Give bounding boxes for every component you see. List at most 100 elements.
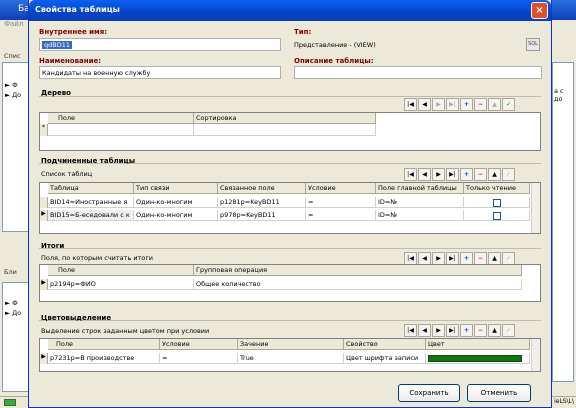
internal-name-field[interactable]: qdBD11 — [39, 38, 281, 51]
tree-cell[interactable] — [194, 124, 376, 136]
add-icon[interactable]: + — [460, 168, 473, 181]
table-cell[interactable]: ID=№ — [376, 210, 464, 221]
color-toolbar: |◀ ◀ ▶ ▶| + − ▲ ✓ — [404, 324, 515, 337]
table-cell[interactable]: BID15=Б-еседовали с к — [48, 210, 134, 221]
color-header: Зачение — [238, 339, 344, 350]
totals-grid: Поле Групповая операция ▶ p2194p=ФИО Общ… — [39, 264, 541, 302]
table-cell[interactable]: Один-ко-многим — [134, 210, 218, 221]
last-icon[interactable]: ▶| — [446, 324, 459, 337]
delete-icon[interactable]: − — [474, 324, 487, 337]
totals-divider — [39, 248, 541, 249]
prev-icon[interactable]: ◀ — [418, 168, 431, 181]
color-cell[interactable]: p7231p=В производстве — [48, 353, 160, 364]
color-header: Условие — [160, 339, 238, 350]
totals-field-cell[interactable]: p2194p=ФИО — [48, 279, 194, 290]
color-divider — [39, 320, 541, 321]
color-header: Цвет — [426, 339, 530, 350]
sql-icon[interactable]: SQL — [526, 38, 540, 51]
table-cell[interactable]: p1281p=KeyBD11 — [218, 197, 306, 208]
tree-divider — [39, 96, 541, 97]
close-button[interactable]: × — [531, 2, 548, 19]
delete-icon[interactable]: − — [474, 98, 487, 111]
totals-op-cell[interactable]: Общее количество — [194, 279, 522, 290]
last-icon[interactable]: ▶| — [446, 98, 459, 111]
sub-header: Условие — [306, 183, 376, 194]
save-button[interactable]: Сохранить — [398, 384, 460, 402]
apply-icon[interactable]: ✓ — [502, 324, 515, 337]
color-cell[interactable]: Цвет шрифта записи — [344, 353, 426, 364]
name-label: Наименование: — [39, 57, 102, 65]
status-path: ieLS\L\ — [554, 398, 574, 405]
bg-tab-near[interactable]: Бли — [4, 268, 17, 276]
color-scrollbar[interactable] — [531, 339, 540, 371]
next-icon[interactable]: ▶ — [432, 168, 445, 181]
type-value: Представление - (VIEW) — [294, 41, 376, 49]
row-indicator: ▶ — [40, 353, 48, 364]
description-field[interactable] — [294, 66, 542, 79]
dialog-title-bar: Свойства таблицы × — [29, 0, 551, 21]
readonly-checkbox[interactable] — [492, 199, 501, 207]
color-header: Свойство — [344, 339, 426, 350]
delete-icon[interactable]: − — [474, 168, 487, 181]
color-cell[interactable]: True — [238, 353, 344, 364]
sub-header: Только чтение — [464, 183, 530, 194]
dialog-title: Свойства таблицы — [35, 5, 120, 14]
totals-title: Итоги — [41, 242, 65, 250]
color-header: Поле — [48, 339, 160, 350]
up-icon[interactable]: ▲ — [488, 98, 501, 111]
color-subtitle: Выделение строк заданным цветом при усло… — [41, 327, 210, 335]
table-cell[interactable]: BID14=Иностранные я — [48, 197, 134, 208]
totals-header-field: Поле — [48, 265, 194, 276]
sub-header: Тип связи — [134, 183, 218, 194]
tree-grid: Поле Сортировка * — [39, 112, 541, 151]
sub-subtitle: Список таблиц — [41, 170, 93, 178]
sub-scrollbar[interactable] — [531, 183, 540, 233]
cancel-button[interactable]: Отменить — [467, 384, 531, 402]
bg-tab-list[interactable]: Спис — [4, 52, 21, 60]
apply-icon[interactable]: ✓ — [502, 168, 515, 181]
tree-header-field: Поле — [48, 113, 194, 124]
table-cell[interactable]: = — [306, 197, 376, 208]
bg-row: ► Ф — [5, 81, 18, 89]
bg-right-text: а с до — [554, 87, 564, 103]
add-icon[interactable]: + — [460, 324, 473, 337]
last-icon[interactable]: ▶| — [446, 168, 459, 181]
up-icon[interactable]: ▲ — [488, 168, 501, 181]
internal-name-label: Внутреннее имя: — [39, 28, 108, 36]
sub-title: Подчиненные таблицы — [41, 157, 136, 165]
first-icon[interactable]: |◀ — [404, 324, 417, 337]
readonly-checkbox[interactable] — [492, 212, 501, 220]
tree-header-sort: Сортировка — [194, 113, 376, 124]
next-icon[interactable]: ▶ — [432, 98, 445, 111]
tree-toolbar: |◀ ◀ ▶ ▶| + − ▲ ✓ — [404, 98, 515, 111]
prev-icon[interactable]: ◀ — [418, 98, 431, 111]
add-icon[interactable]: + — [460, 98, 473, 111]
first-icon[interactable]: |◀ — [404, 168, 417, 181]
bg-row: ► До — [5, 309, 22, 317]
sub-toolbar: |◀ ◀ ▶ ▶| + − ▲ ✓ — [404, 168, 515, 181]
internal-name-value: qdBD11 — [42, 41, 72, 49]
row-indicator — [40, 197, 48, 208]
table-cell[interactable]: p978p=KeyBD11 — [218, 210, 306, 221]
name-field[interactable]: Кандидаты на военную службу — [39, 66, 281, 79]
up-icon[interactable]: ▲ — [488, 324, 501, 337]
table-properties-dialog: Свойства таблицы × Внутреннее имя: qdBD1… — [28, 0, 552, 408]
first-icon[interactable]: |◀ — [404, 98, 417, 111]
prev-icon[interactable]: ◀ — [418, 324, 431, 337]
sub-header: Таблица — [48, 183, 134, 194]
tree-cell[interactable] — [48, 124, 194, 136]
color-swatch-cell[interactable] — [426, 353, 530, 364]
table-cell[interactable]: ID=№ — [376, 197, 464, 208]
color-grid: Поле Условие Зачение Свойство Цвет ▶ p72… — [39, 338, 541, 372]
table-cell[interactable]: Один-ко-многим — [134, 197, 218, 208]
sub-tables-grid: Таблица Тип связи Связанное поле Условие… — [39, 182, 541, 234]
sub-header: Поле главной таблицы — [376, 183, 464, 194]
color-title: Цветовыделение — [41, 314, 112, 322]
tree-title: Дерево — [41, 89, 71, 97]
row-indicator: ▶ — [40, 210, 48, 221]
apply-icon[interactable]: ✓ — [502, 98, 515, 111]
table-cell[interactable]: = — [306, 210, 376, 221]
totals-header-op: Групповая операция — [194, 265, 522, 276]
color-cell[interactable]: = — [160, 353, 238, 364]
next-icon[interactable]: ▶ — [432, 324, 445, 337]
